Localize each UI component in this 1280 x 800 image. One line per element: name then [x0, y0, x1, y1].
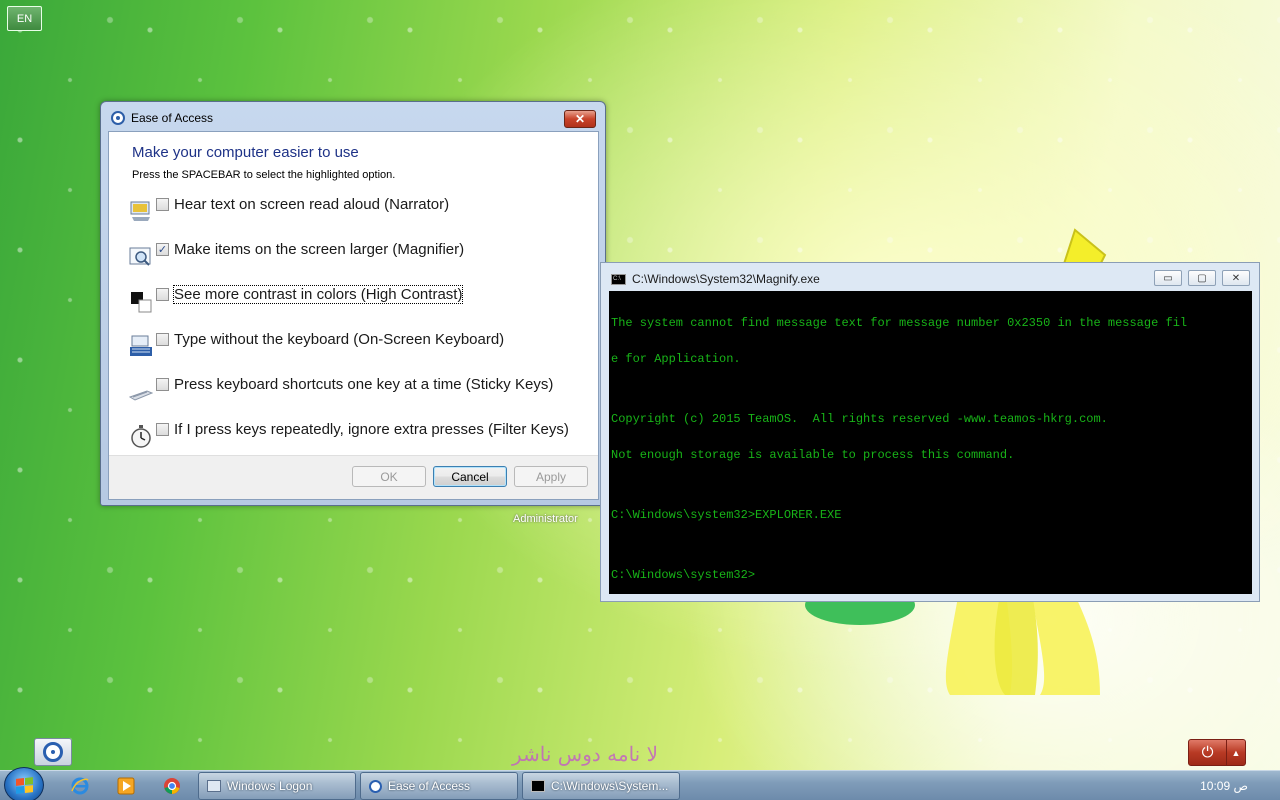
chrome-icon[interactable] — [158, 774, 186, 798]
internet-explorer-icon[interactable] — [66, 774, 94, 798]
option-magnifier[interactable]: ✓ Make items on the screen larger (Magni… — [129, 234, 465, 266]
option-label: Type without the keyboard (On-Screen Key… — [174, 330, 505, 348]
console-line: e for Application. — [611, 352, 741, 366]
console-output[interactable]: The system cannot find message text for … — [609, 291, 1252, 594]
console-window: C:\ C:\Windows\System32\Magnify.exe ▭ ▢ … — [600, 262, 1260, 602]
dialog-title-bar: Ease of Access — [111, 111, 213, 125]
option-filter-keys[interactable]: If I press keys repeatedly, ignore extra… — [129, 414, 569, 448]
window-icon — [207, 780, 221, 792]
ok-button[interactable]: OK — [352, 466, 426, 487]
task-label: C:\Windows\System... — [551, 779, 669, 793]
stopwatch-icon — [131, 425, 151, 448]
magnifier-icon — [129, 247, 151, 266]
option-label: Hear text on screen read aloud (Narrator… — [174, 195, 450, 213]
task-label: Windows Logon — [227, 779, 313, 793]
ease-of-access-button[interactable] — [34, 738, 72, 766]
cancel-button[interactable]: Cancel — [433, 466, 507, 487]
system-clock[interactable]: 10:09 ص — [1200, 779, 1248, 793]
sticky-keys-checkbox[interactable] — [156, 377, 169, 391]
shutdown-options-arrow-icon[interactable]: ▲ — [1227, 740, 1245, 765]
option-label: If I press keys repeatedly, ignore extra… — [174, 420, 569, 438]
console-close-button[interactable]: ✕ — [1222, 270, 1250, 286]
narrator-checkbox[interactable] — [156, 197, 169, 211]
console-title: C:\Windows\System32\Magnify.exe — [632, 272, 820, 286]
close-button[interactable]: ✕ — [564, 110, 596, 128]
user-name-label: Administrator — [513, 513, 578, 525]
command-prompt-icon — [531, 780, 545, 792]
ease-of-access-dialog: Ease of Access ✕ Make your computer easi… — [100, 101, 606, 506]
filter-keys-checkbox[interactable] — [156, 422, 169, 436]
dialog-title: Ease of Access — [131, 111, 214, 125]
command-prompt-icon: C:\ — [611, 273, 626, 285]
console-line: The system cannot find message text for … — [611, 316, 1188, 330]
minimize-button[interactable]: ▭ — [1154, 270, 1182, 286]
console-line: C:\Windows\system32>EXPLORER.EXE — [611, 508, 842, 522]
magnifier-checkbox[interactable]: ✓ — [156, 242, 169, 256]
taskbar: Windows Logon Ease of Access C:\Windows\… — [0, 767, 1280, 800]
option-label: See more contrast in colors (High Contra… — [172, 284, 464, 304]
language-indicator[interactable]: EN — [7, 6, 42, 31]
start-button[interactable] — [4, 767, 44, 800]
on-screen-keyboard-checkbox[interactable] — [156, 332, 169, 346]
option-sticky-keys[interactable]: Press keyboard shortcuts one key at a ti… — [129, 369, 554, 401]
high-contrast-icon — [131, 292, 152, 313]
option-narrator[interactable]: Hear text on screen read aloud (Narrator… — [129, 189, 450, 221]
task-label: Ease of Access — [388, 779, 471, 793]
console-line: Copyright (c) 2015 TeamOS. All rights re… — [611, 412, 1108, 426]
dialog-heading: Make your computer easier to use — [132, 144, 359, 161]
console-line: Not enough storage is available to proce… — [611, 448, 1015, 462]
option-on-screen-keyboard[interactable]: Type without the keyboard (On-Screen Key… — [129, 324, 505, 356]
windows-logo-icon — [16, 777, 33, 794]
dialog-footer: OK Cancel Apply — [109, 455, 598, 499]
option-label: Press keyboard shortcuts one key at a ti… — [174, 375, 554, 393]
high-contrast-checkbox[interactable] — [156, 287, 169, 301]
branding-text: ﻻ ﻧﺎﻣﻪ ﺩﻭﺱ ﻧﺎﺷﺮ — [512, 742, 659, 766]
ease-of-access-icon — [369, 779, 382, 793]
taskbar-item-ease-of-access[interactable]: Ease of Access — [360, 772, 518, 800]
shutdown-button[interactable]: ⏻ ▲ — [1188, 739, 1246, 766]
power-icon[interactable]: ⏻ — [1189, 740, 1227, 765]
ease-of-access-icon — [43, 742, 63, 762]
dialog-instruction: Press the SPACEBAR to select the highlig… — [132, 169, 396, 181]
console-line: C:\Windows\system32> — [611, 568, 756, 582]
keyboard-icon — [130, 335, 152, 356]
option-high-contrast[interactable]: See more contrast in colors (High Contra… — [129, 279, 464, 313]
sticky-keys-icon — [129, 390, 153, 401]
media-player-icon[interactable] — [112, 774, 140, 798]
apply-button[interactable]: Apply — [514, 466, 588, 487]
narrator-icon — [130, 201, 150, 221]
option-label: Make items on the screen larger (Magnifi… — [174, 240, 465, 258]
console-title-bar: C:\ C:\Windows\System32\Magnify.exe — [611, 272, 820, 286]
ease-of-access-icon — [111, 111, 125, 125]
dialog-content: Make your computer easier to use Press t… — [108, 131, 599, 500]
maximize-button[interactable]: ▢ — [1188, 270, 1216, 286]
taskbar-item-windows-logon[interactable]: Windows Logon — [198, 772, 356, 800]
taskbar-item-command-prompt[interactable]: C:\Windows\System... — [522, 772, 680, 800]
